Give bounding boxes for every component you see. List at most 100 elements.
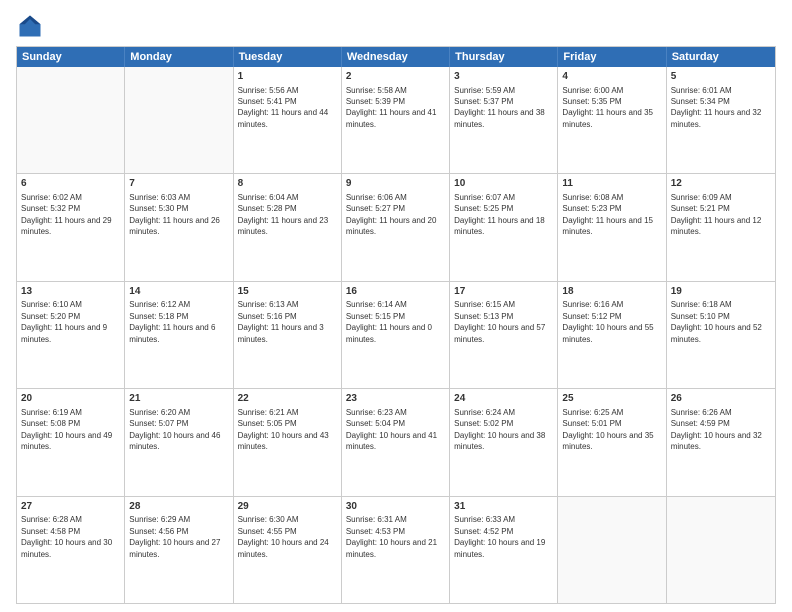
day-number: 6 xyxy=(21,177,120,191)
weekday-header-friday: Friday xyxy=(558,47,666,67)
calendar-cell xyxy=(17,67,125,173)
day-number: 14 xyxy=(129,285,228,299)
calendar-header: SundayMondayTuesdayWednesdayThursdayFrid… xyxy=(17,47,775,67)
calendar-cell: 2 Sunrise: 5:58 AM Sunset: 5:39 PM Daylig… xyxy=(342,67,450,173)
day-number: 7 xyxy=(129,177,228,191)
day-details: Sunrise: 6:30 AM Sunset: 4:55 PM Dayligh… xyxy=(238,515,329,558)
day-details: Sunrise: 5:58 AM Sunset: 5:39 PM Dayligh… xyxy=(346,86,437,129)
day-number: 31 xyxy=(454,500,553,514)
day-number: 22 xyxy=(238,392,337,406)
calendar-cell: 23 Sunrise: 6:23 AM Sunset: 5:04 PM Dayli… xyxy=(342,389,450,495)
day-number: 20 xyxy=(21,392,120,406)
day-details: Sunrise: 6:03 AM Sunset: 5:30 PM Dayligh… xyxy=(129,193,220,236)
weekday-header-sunday: Sunday xyxy=(17,47,125,67)
day-details: Sunrise: 6:07 AM Sunset: 5:25 PM Dayligh… xyxy=(454,193,545,236)
day-details: Sunrise: 6:24 AM Sunset: 5:02 PM Dayligh… xyxy=(454,408,545,451)
calendar-body: 1 Sunrise: 5:56 AM Sunset: 5:41 PM Daylig… xyxy=(17,67,775,603)
calendar: SundayMondayTuesdayWednesdayThursdayFrid… xyxy=(16,46,776,604)
calendar-cell: 14Sunrise: 6:12 AM Sunset: 5:18 PM Dayli… xyxy=(125,282,233,388)
calendar-cell: 29Sunrise: 6:30 AM Sunset: 4:55 PM Dayli… xyxy=(234,497,342,603)
calendar-cell: 1 Sunrise: 5:56 AM Sunset: 5:41 PM Daylig… xyxy=(234,67,342,173)
day-details: Sunrise: 6:23 AM Sunset: 5:04 PM Dayligh… xyxy=(346,408,437,451)
calendar-row-1: 1 Sunrise: 5:56 AM Sunset: 5:41 PM Daylig… xyxy=(17,67,775,174)
calendar-cell xyxy=(125,67,233,173)
day-details: Sunrise: 6:21 AM Sunset: 5:05 PM Dayligh… xyxy=(238,408,329,451)
day-details: Sunrise: 6:19 AM Sunset: 5:08 PM Dayligh… xyxy=(21,408,112,451)
calendar-cell: 6 Sunrise: 6:02 AM Sunset: 5:32 PM Daylig… xyxy=(17,174,125,280)
calendar-cell: 21 Sunrise: 6:20 AM Sunset: 5:07 PM Dayli… xyxy=(125,389,233,495)
calendar-cell: 13Sunrise: 6:10 AM Sunset: 5:20 PM Dayli… xyxy=(17,282,125,388)
day-number: 18 xyxy=(562,285,661,299)
calendar-cell: 3 Sunrise: 5:59 AM Sunset: 5:37 PM Daylig… xyxy=(450,67,558,173)
calendar-cell: 16Sunrise: 6:14 AM Sunset: 5:15 PM Dayli… xyxy=(342,282,450,388)
day-details: Sunrise: 6:29 AM Sunset: 4:56 PM Dayligh… xyxy=(129,515,220,558)
day-details: Sunrise: 6:18 AM Sunset: 5:10 PM Dayligh… xyxy=(671,300,762,343)
day-details: Sunrise: 6:26 AM Sunset: 4:59 PM Dayligh… xyxy=(671,408,762,451)
day-details: Sunrise: 6:13 AM Sunset: 5:16 PM Dayligh… xyxy=(238,300,324,343)
calendar-cell: 12 Sunrise: 6:09 AM Sunset: 5:21 PM Dayli… xyxy=(667,174,775,280)
calendar-cell: 22 Sunrise: 6:21 AM Sunset: 5:05 PM Dayli… xyxy=(234,389,342,495)
calendar-cell: 31Sunrise: 6:33 AM Sunset: 4:52 PM Dayli… xyxy=(450,497,558,603)
day-details: Sunrise: 6:08 AM Sunset: 5:23 PM Dayligh… xyxy=(562,193,653,236)
day-number: 24 xyxy=(454,392,553,406)
calendar-cell: 8 Sunrise: 6:04 AM Sunset: 5:28 PM Daylig… xyxy=(234,174,342,280)
day-details: Sunrise: 6:02 AM Sunset: 5:32 PM Dayligh… xyxy=(21,193,112,236)
day-details: Sunrise: 5:56 AM Sunset: 5:41 PM Dayligh… xyxy=(238,86,329,129)
page: SundayMondayTuesdayWednesdayThursdayFrid… xyxy=(0,0,792,612)
logo xyxy=(16,12,48,40)
day-number: 12 xyxy=(671,177,771,191)
calendar-cell xyxy=(667,497,775,603)
calendar-cell: 4Sunrise: 6:00 AM Sunset: 5:35 PM Daylig… xyxy=(558,67,666,173)
calendar-cell: 24 Sunrise: 6:24 AM Sunset: 5:02 PM Dayli… xyxy=(450,389,558,495)
day-number: 13 xyxy=(21,285,120,299)
logo-icon xyxy=(16,12,44,40)
day-number: 8 xyxy=(238,177,337,191)
calendar-cell xyxy=(558,497,666,603)
day-number: 1 xyxy=(238,70,337,84)
day-number: 29 xyxy=(238,500,337,514)
calendar-row-2: 6 Sunrise: 6:02 AM Sunset: 5:32 PM Daylig… xyxy=(17,174,775,281)
day-number: 27 xyxy=(21,500,120,514)
day-number: 15 xyxy=(238,285,337,299)
calendar-row-5: 27Sunrise: 6:28 AM Sunset: 4:58 PM Dayli… xyxy=(17,497,775,603)
weekday-header-saturday: Saturday xyxy=(667,47,775,67)
calendar-cell: 30Sunrise: 6:31 AM Sunset: 4:53 PM Dayli… xyxy=(342,497,450,603)
header xyxy=(16,12,776,40)
day-number: 17 xyxy=(454,285,553,299)
day-number: 10 xyxy=(454,177,553,191)
day-details: Sunrise: 6:04 AM Sunset: 5:28 PM Dayligh… xyxy=(238,193,329,236)
day-number: 19 xyxy=(671,285,771,299)
calendar-row-4: 20 Sunrise: 6:19 AM Sunset: 5:08 PM Dayli… xyxy=(17,389,775,496)
calendar-cell: 19Sunrise: 6:18 AM Sunset: 5:10 PM Dayli… xyxy=(667,282,775,388)
day-details: Sunrise: 6:31 AM Sunset: 4:53 PM Dayligh… xyxy=(346,515,437,558)
calendar-cell: 15Sunrise: 6:13 AM Sunset: 5:16 PM Dayli… xyxy=(234,282,342,388)
day-number: 5 xyxy=(671,70,771,84)
calendar-cell: 9Sunrise: 6:06 AM Sunset: 5:27 PM Daylig… xyxy=(342,174,450,280)
weekday-header-wednesday: Wednesday xyxy=(342,47,450,67)
day-details: Sunrise: 6:01 AM Sunset: 5:34 PM Dayligh… xyxy=(671,86,762,129)
day-details: Sunrise: 6:06 AM Sunset: 5:27 PM Dayligh… xyxy=(346,193,437,236)
day-details: Sunrise: 6:25 AM Sunset: 5:01 PM Dayligh… xyxy=(562,408,653,451)
calendar-cell: 11 Sunrise: 6:08 AM Sunset: 5:23 PM Dayli… xyxy=(558,174,666,280)
day-number: 30 xyxy=(346,500,445,514)
day-number: 11 xyxy=(562,177,661,191)
calendar-cell: 26 Sunrise: 6:26 AM Sunset: 4:59 PM Dayli… xyxy=(667,389,775,495)
calendar-cell: 18Sunrise: 6:16 AM Sunset: 5:12 PM Dayli… xyxy=(558,282,666,388)
day-details: Sunrise: 6:10 AM Sunset: 5:20 PM Dayligh… xyxy=(21,300,107,343)
day-details: Sunrise: 6:15 AM Sunset: 5:13 PM Dayligh… xyxy=(454,300,545,343)
day-details: Sunrise: 5:59 AM Sunset: 5:37 PM Dayligh… xyxy=(454,86,545,129)
day-number: 2 xyxy=(346,70,445,84)
day-number: 25 xyxy=(562,392,661,406)
day-number: 23 xyxy=(346,392,445,406)
calendar-cell: 27Sunrise: 6:28 AM Sunset: 4:58 PM Dayli… xyxy=(17,497,125,603)
day-number: 26 xyxy=(671,392,771,406)
weekday-header-tuesday: Tuesday xyxy=(234,47,342,67)
day-details: Sunrise: 6:20 AM Sunset: 5:07 PM Dayligh… xyxy=(129,408,220,451)
day-number: 3 xyxy=(454,70,553,84)
day-number: 21 xyxy=(129,392,228,406)
day-details: Sunrise: 6:09 AM Sunset: 5:21 PM Dayligh… xyxy=(671,193,762,236)
day-details: Sunrise: 6:28 AM Sunset: 4:58 PM Dayligh… xyxy=(21,515,112,558)
day-details: Sunrise: 6:33 AM Sunset: 4:52 PM Dayligh… xyxy=(454,515,545,558)
day-number: 28 xyxy=(129,500,228,514)
calendar-cell: 28Sunrise: 6:29 AM Sunset: 4:56 PM Dayli… xyxy=(125,497,233,603)
